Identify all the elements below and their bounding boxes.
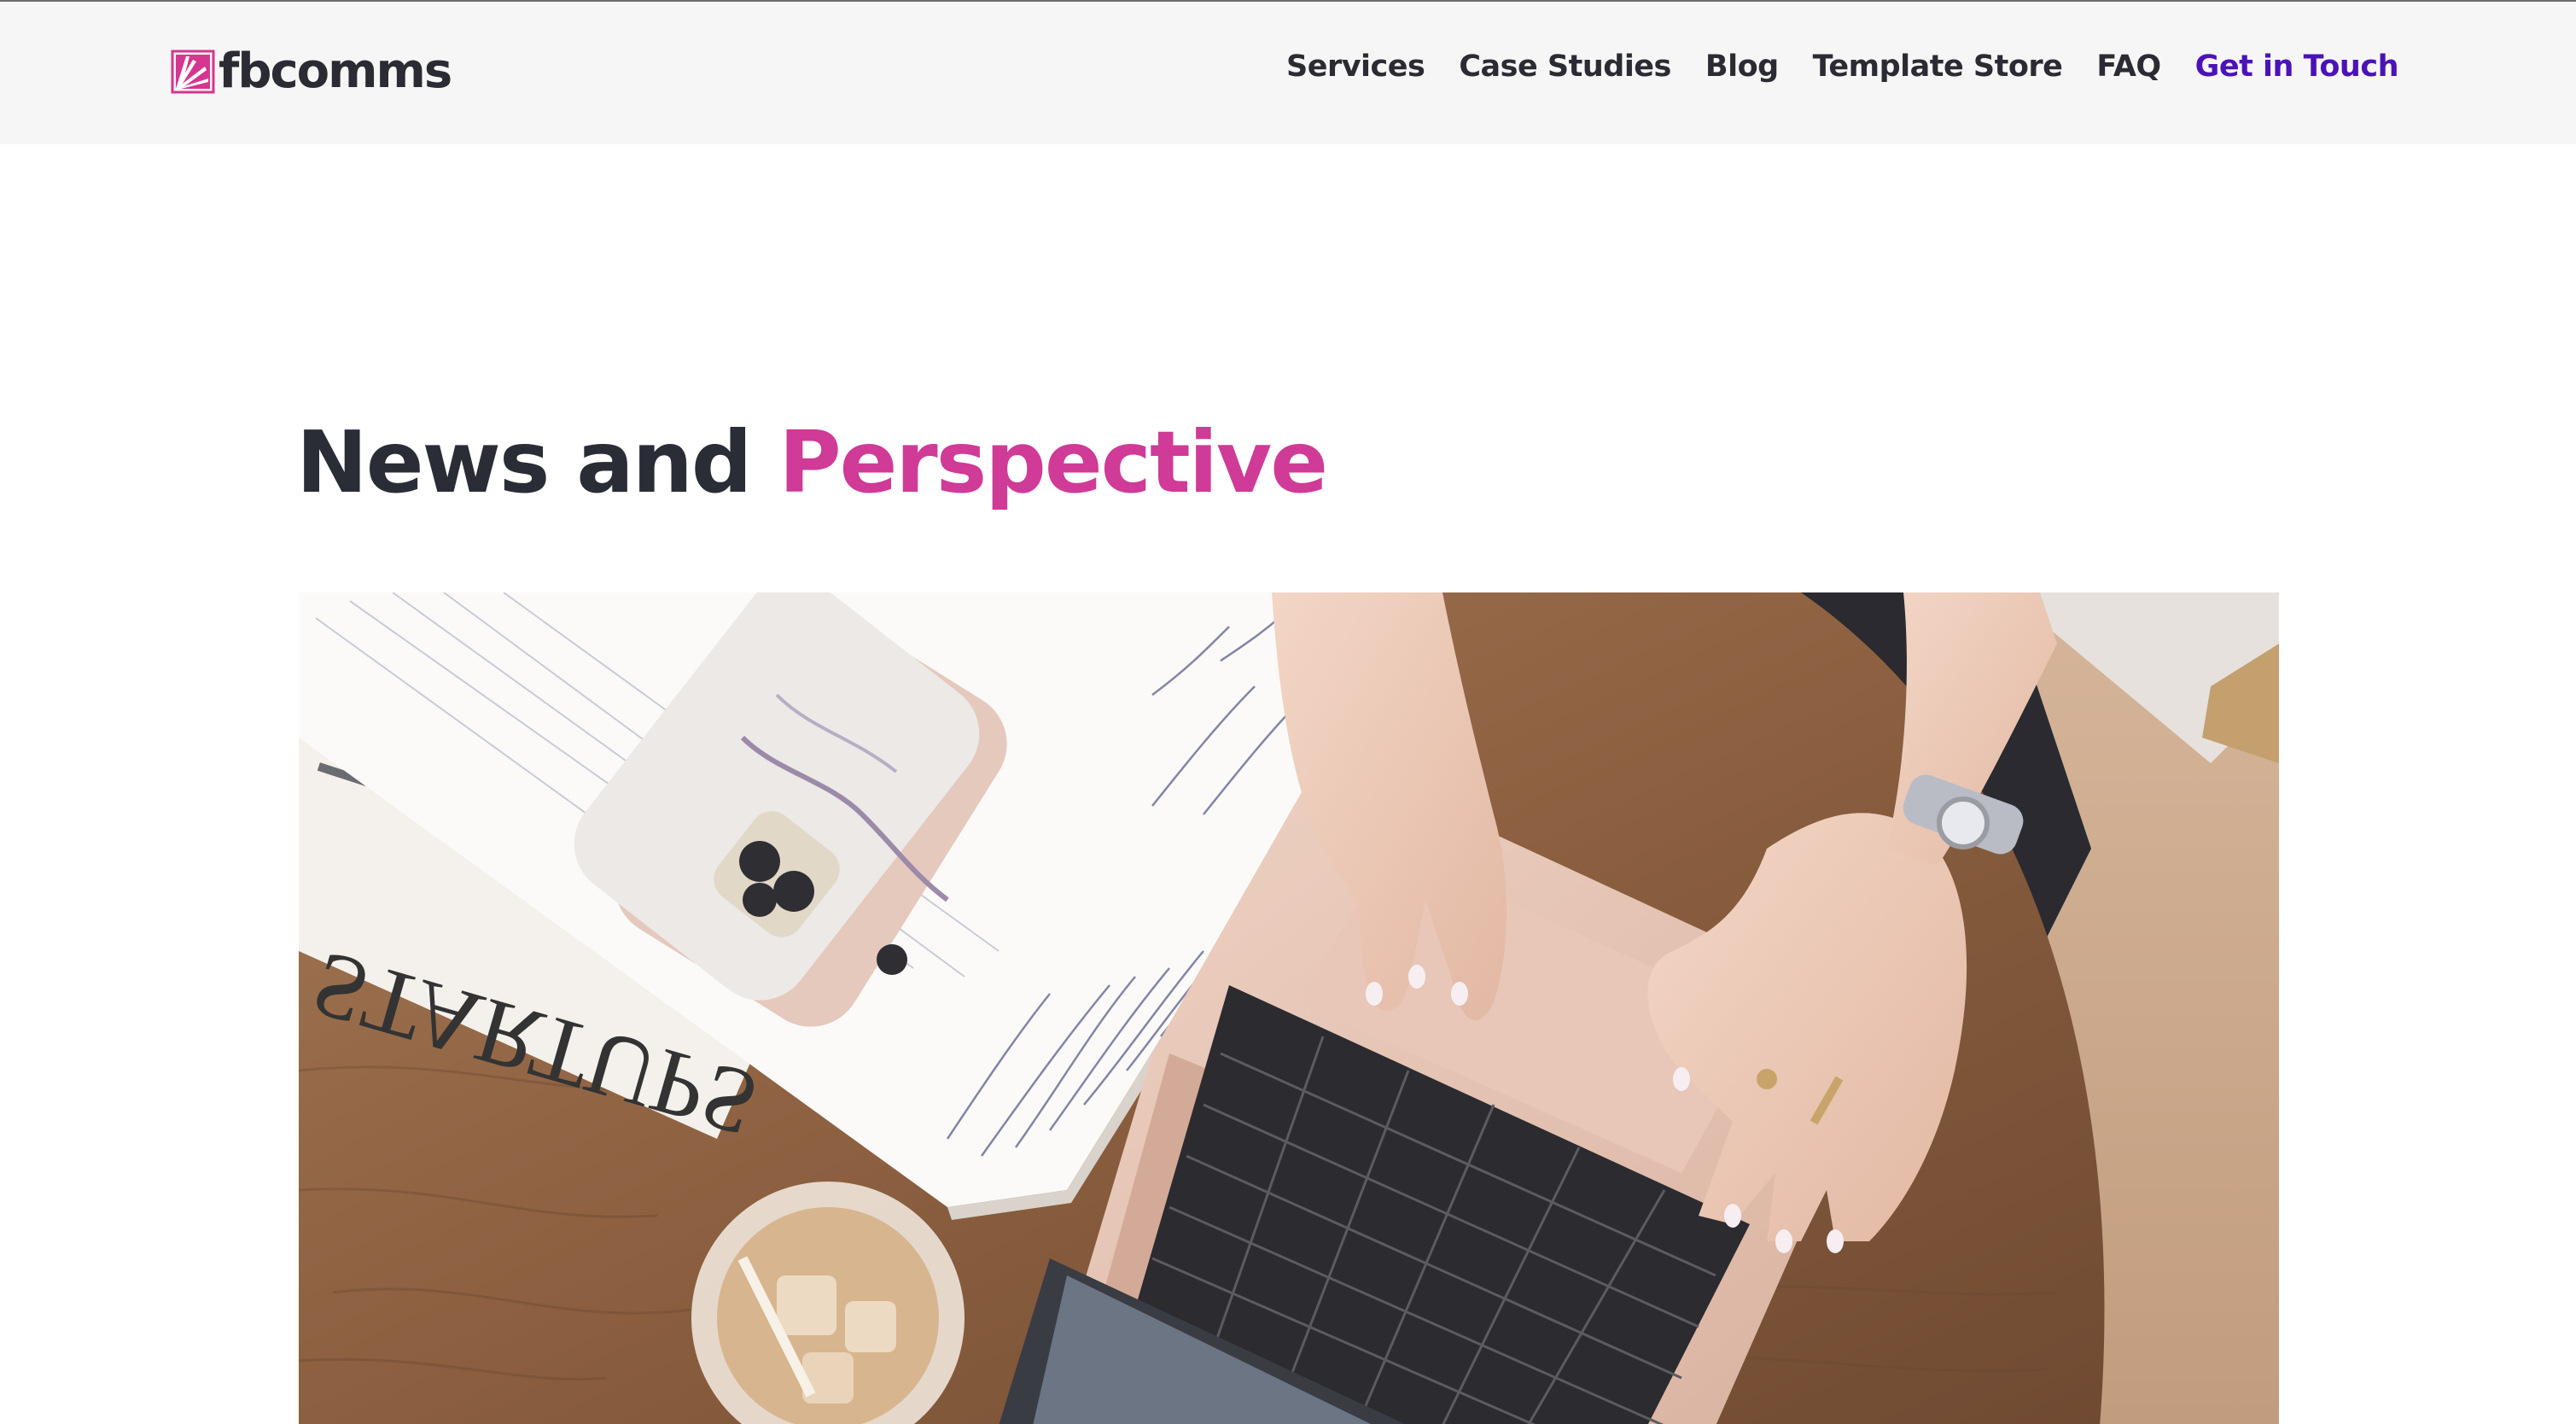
nav-link-faq[interactable]: FAQ <box>2096 50 2161 84</box>
logo[interactable]: fbcomms <box>171 44 452 99</box>
nav-item-template-store: Template Store <box>1813 50 2063 84</box>
nav-link-get-in-touch[interactable]: Get in Touch <box>2195 50 2399 84</box>
hero-image[interactable]: STARTUPS <box>299 592 2279 1424</box>
hero-photo-illustration: STARTUPS <box>299 592 2279 1424</box>
main-nav: Services Case Studies Blog Template Stor… <box>1286 50 2399 84</box>
site-header: fbcomms Services Case Studies Blog Templ… <box>0 2 2576 144</box>
page-title-main: News and <box>296 412 779 512</box>
page-frame: fbcomms Services Case Studies Blog Templ… <box>0 0 2576 1424</box>
nav-link-services[interactable]: Services <box>1286 50 1425 84</box>
fbcomms-logo-icon <box>171 50 215 94</box>
nav-link-case-studies[interactable]: Case Studies <box>1459 50 1671 84</box>
page-title-accent: Perspective <box>778 412 1328 512</box>
nav-link-blog[interactable]: Blog <box>1705 50 1779 84</box>
page-title: News and Perspective <box>296 416 1328 510</box>
nav-item-services: Services <box>1286 50 1425 84</box>
nav-link-template-store[interactable]: Template Store <box>1813 50 2063 84</box>
nav-item-blog: Blog <box>1705 50 1779 84</box>
nav-item-case-studies: Case Studies <box>1459 50 1671 84</box>
logo-text: fbcomms <box>219 44 452 99</box>
nav-item-faq: FAQ <box>2096 50 2161 84</box>
nav-item-get-in-touch: Get in Touch <box>2195 50 2399 84</box>
